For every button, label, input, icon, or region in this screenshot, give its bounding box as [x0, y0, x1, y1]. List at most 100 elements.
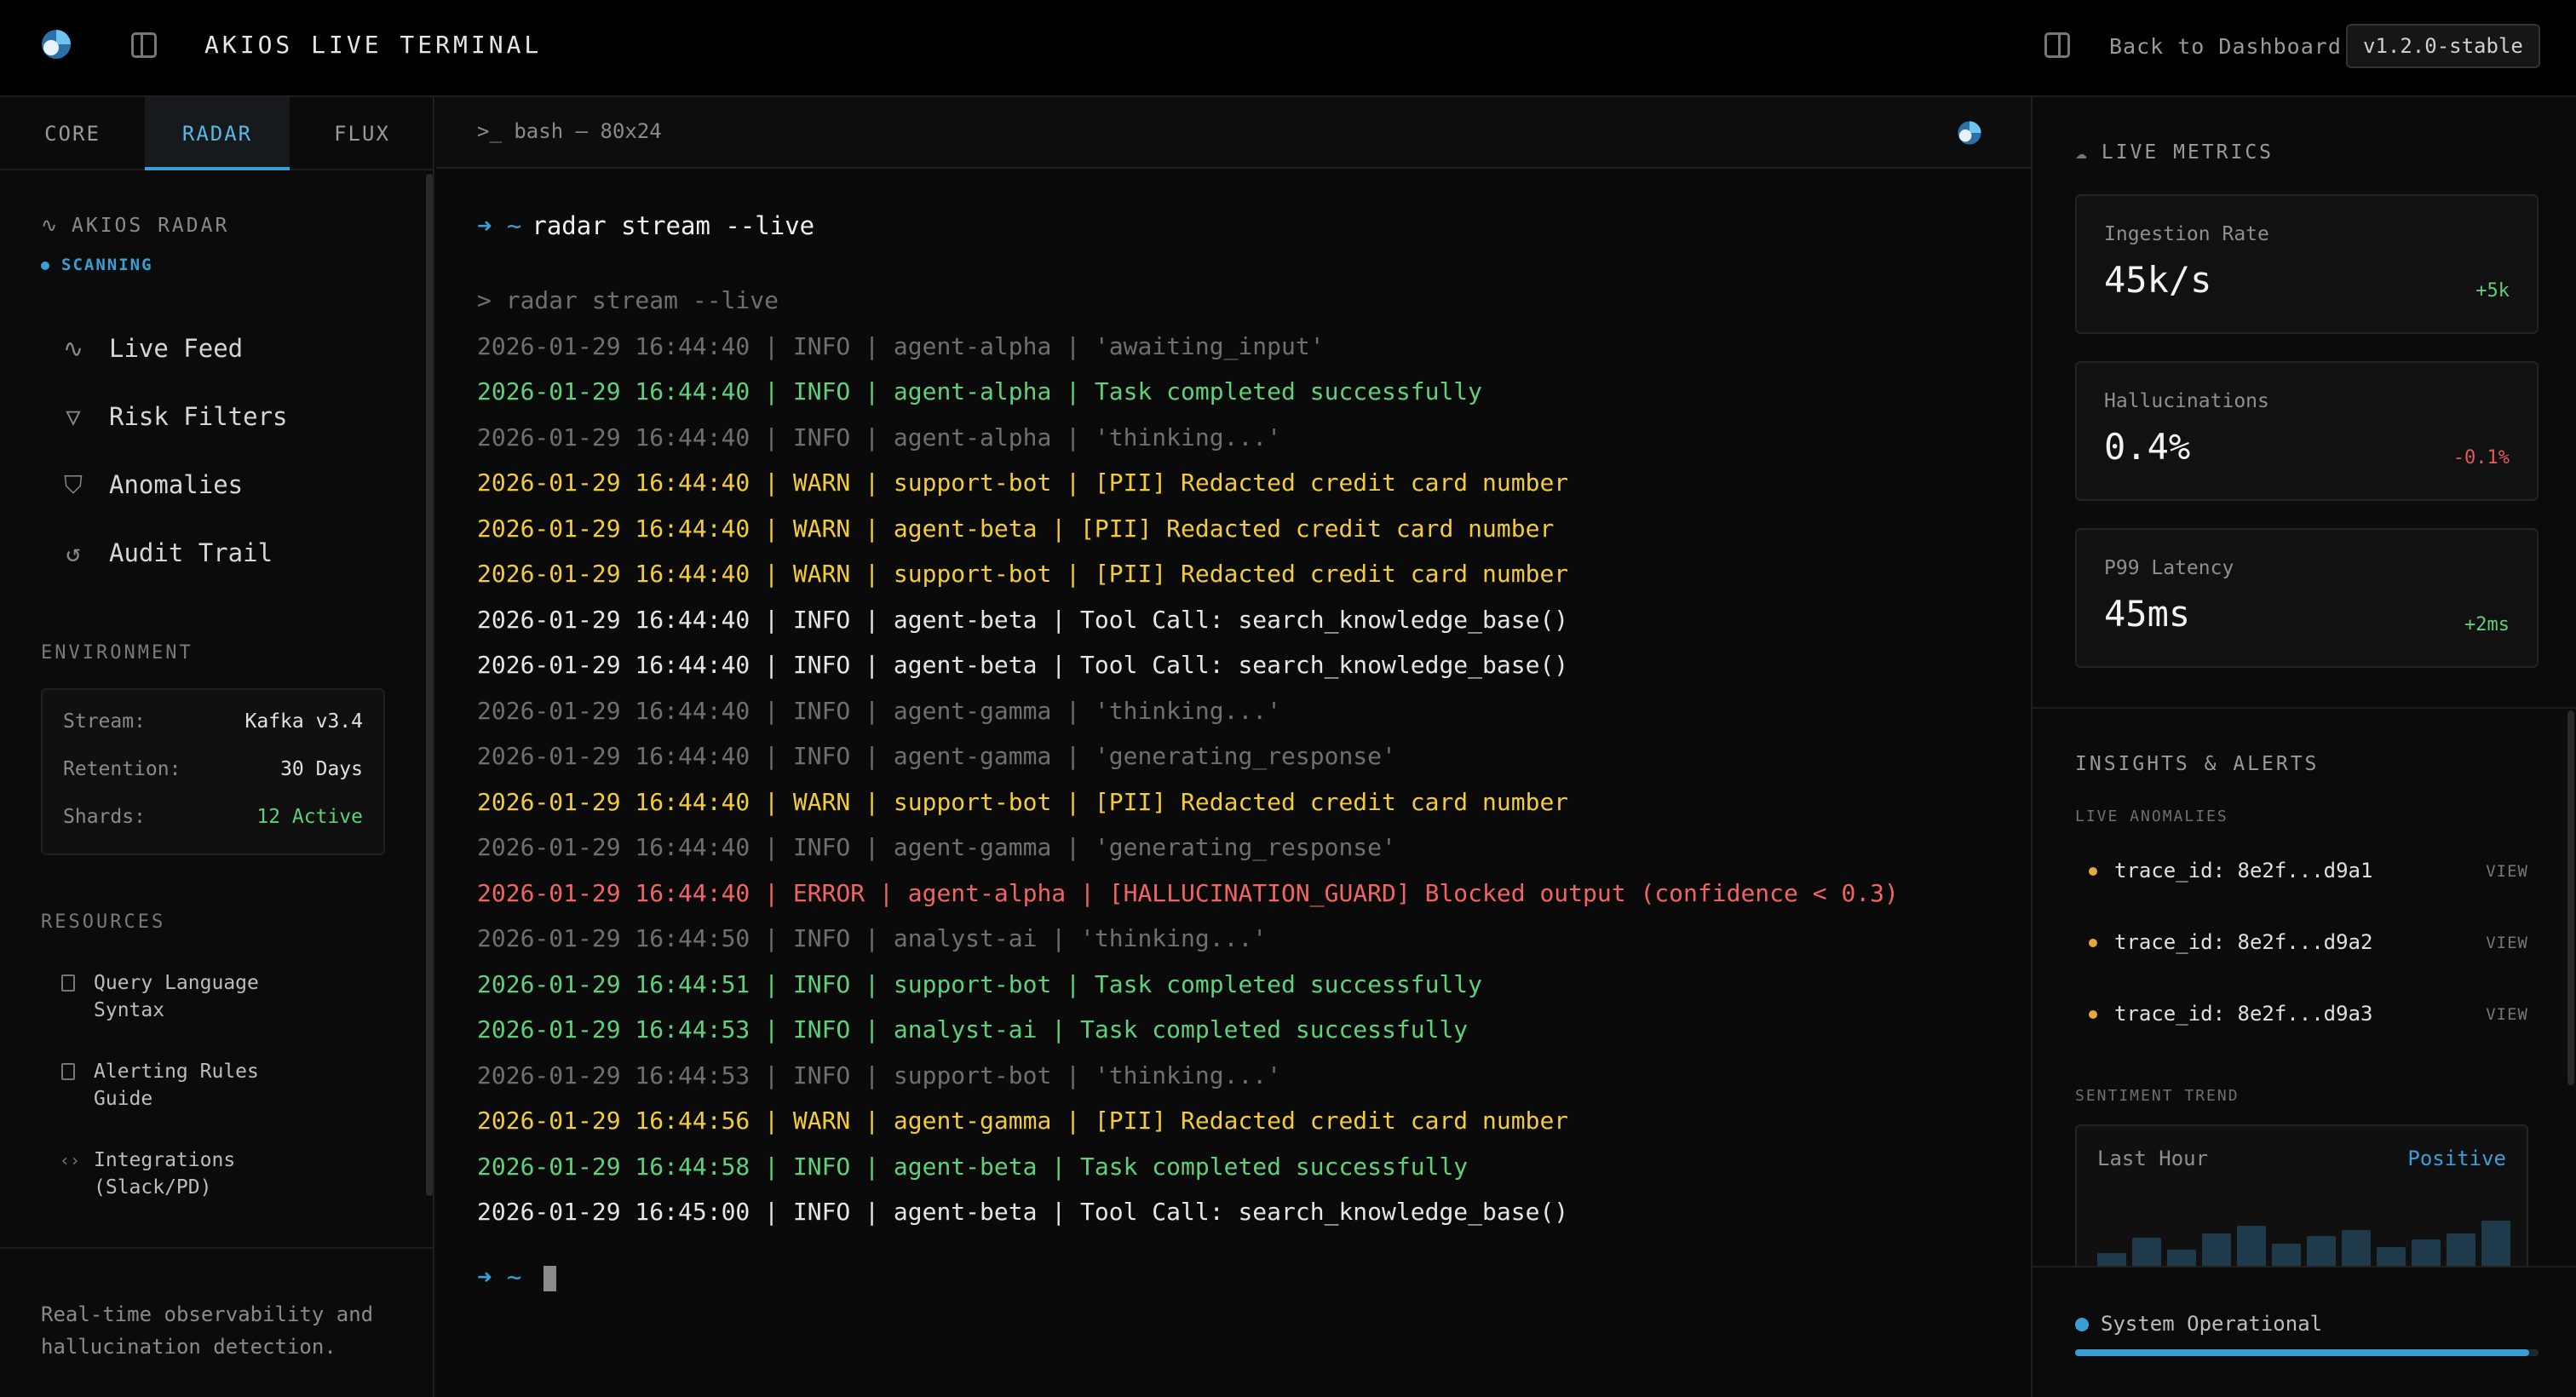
footer-line: Real-time observability and [41, 1302, 374, 1326]
code-icon: ‹› [60, 1150, 81, 1170]
toggle-right-panel-icon[interactable] [2044, 32, 2070, 58]
live-metrics-heading: ☁ LIVE METRICS [2075, 141, 2274, 164]
metric-value: 45k/s [2104, 259, 2212, 301]
terminal-panel[interactable]: >_ bash — 80x24 ➜ ~ radar stream --live >… [436, 97, 2031, 1397]
live-metrics-label: LIVE METRICS [2101, 141, 2274, 164]
scanning-dot-icon [41, 261, 49, 270]
sidebar-footer: Real-time observability and hallucination… [0, 1247, 434, 1397]
akios-logo-icon [1958, 121, 1981, 145]
env-key: Shards: [63, 806, 146, 828]
env-value: 30 Days [280, 758, 363, 780]
prompt-symbol: ➜ ~ [477, 1262, 522, 1291]
log-line: 2026-01-29 16:44:53 | INFO | support-bot… [477, 1061, 1282, 1089]
warning-dot-icon [2089, 1010, 2097, 1019]
top-bar: AKIOS LIVE TERMINAL Back to Dashboard v1… [0, 0, 2576, 97]
tab-core[interactable]: CORE [0, 97, 145, 170]
left-sidebar: CORE RADAR FLUX ∿ AKIOS RADAR SCANNING ∿ L… [0, 97, 434, 1397]
log-line: 2026-01-29 16:44:40 | INFO | agent-alpha… [477, 377, 1483, 405]
anomaly-item[interactable]: trace_id: 8e2f...d9a2 VIEW [2089, 930, 2528, 954]
sentiment-bars [2097, 1199, 2510, 1276]
system-status: System Operational [2075, 1312, 2322, 1336]
resource-query-language[interactable]: Query Language Syntax [61, 969, 259, 1024]
log-line: 2026-01-29 16:44:40 | INFO | agent-gamma… [477, 833, 1396, 861]
right-panel: ☁ LIVE METRICS Ingestion Rate 45k/s +5k H… [2031, 97, 2576, 1397]
resources-label: RESOURCES [41, 911, 166, 933]
status-footer: System Operational [2033, 1266, 2576, 1397]
resource-label: Alerting Rules [94, 1061, 259, 1083]
nav-label: Audit Trail [109, 538, 273, 567]
metric-delta: -0.1% [2452, 447, 2510, 469]
env-row-shards: Shards: 12 Active [63, 806, 363, 828]
env-row-retention: Retention: 30 Days [63, 758, 363, 780]
log-line: 2026-01-29 16:44:40 | INFO | agent-beta … [477, 605, 1569, 634]
view-button[interactable]: VIEW [2486, 1005, 2528, 1024]
resource-label: Integrations [94, 1149, 236, 1171]
right-panel-scrollbar[interactable] [2567, 710, 2574, 1085]
akios-logo-icon[interactable] [39, 27, 73, 61]
metric-delta: +2ms [2464, 614, 2510, 635]
sidebar-item-audit-trail[interactable]: ↺ Audit Trail [60, 538, 273, 567]
trend-period: Last Hour [2097, 1147, 2209, 1170]
log-line: 2026-01-29 16:44:56 | WARN | agent-gamma… [477, 1107, 1569, 1135]
pulse-icon: ∿ [41, 215, 60, 237]
metric-label: P99 Latency [2104, 557, 2234, 579]
log-line: 2026-01-29 16:44:40 | INFO | agent-alpha… [477, 423, 1282, 451]
view-button[interactable]: VIEW [2486, 862, 2528, 881]
trace-id: trace_id: 8e2f...d9a2 [2114, 930, 2373, 954]
sidebar-item-live-feed[interactable]: ∿ Live Feed [60, 334, 243, 363]
status-progress-fill [2075, 1349, 2530, 1356]
log-line: 2026-01-29 16:44:40 | INFO | agent-alpha… [477, 331, 1325, 360]
env-key: Stream: [63, 710, 146, 733]
log-line: 2026-01-29 16:44:40 | ERROR | agent-alph… [477, 878, 1899, 907]
activity-icon: ∿ [62, 334, 84, 363]
resource-alerting-rules[interactable]: Alerting Rules Guide [61, 1058, 259, 1112]
metric-label: Hallucinations [2104, 390, 2269, 412]
terminal-titlebar: >_ bash — 80x24 [436, 97, 2031, 169]
resource-label: Syntax [94, 999, 165, 1021]
metric-card-latency: P99 Latency 45ms +2ms [2075, 528, 2539, 668]
terminal-title: >_ bash — 80x24 [477, 119, 662, 143]
tab-flux[interactable]: FLUX [290, 97, 434, 170]
log-line: 2026-01-29 16:44:40 | WARN | agent-beta … [477, 514, 1555, 543]
prompt-symbol: ➜ ~ [477, 211, 522, 240]
sidebar-scrollbar[interactable] [426, 174, 433, 1196]
log-line: 2026-01-29 16:44:50 | INFO | analyst-ai … [477, 924, 1268, 952]
log-line: 2026-01-29 16:44:51 | INFO | support-bot… [477, 969, 1483, 998]
anomaly-item[interactable]: trace_id: 8e2f...d9a3 VIEW [2089, 1002, 2528, 1026]
sentiment-trend-label: SENTIMENT TREND [2075, 1087, 2240, 1105]
divider [2033, 707, 2576, 709]
metric-label: Ingestion Rate [2104, 223, 2269, 245]
log-line: 2026-01-29 16:44:58 | INFO | agent-beta … [477, 1152, 1469, 1181]
log-line: 2026-01-29 16:44:40 | WARN | support-bot… [477, 787, 1569, 816]
scanning-label: SCANNING [61, 256, 153, 274]
nav-label: Live Feed [109, 334, 244, 363]
log-line: > radar stream --live [477, 286, 779, 314]
live-anomalies-label: LIVE ANOMALIES [2075, 808, 2228, 825]
sidebar-item-risk-filters[interactable]: ▽ Risk Filters [60, 402, 288, 431]
view-button[interactable]: VIEW [2486, 934, 2528, 952]
resource-label: (Slack/PD) [94, 1176, 212, 1199]
nav-label: Risk Filters [109, 402, 288, 431]
anomaly-item[interactable]: trace_id: 8e2f...d9a1 VIEW [2089, 859, 2528, 882]
environment-card: Stream: Kafka v3.4 Retention: 30 Days Shar… [41, 688, 385, 855]
footer-line: hallucination detection. [41, 1335, 336, 1359]
status-progress-bar [2075, 1349, 2539, 1356]
command-text: radar stream --live [532, 211, 815, 240]
tab-radar[interactable]: RADAR [145, 97, 290, 170]
metric-card-hallucinations: Hallucinations 0.4% -0.1% [2075, 361, 2539, 501]
log-line: 2026-01-29 16:45:00 | INFO | agent-beta … [477, 1198, 1569, 1226]
collapse-sidebar-icon[interactable] [131, 32, 157, 58]
input-prompt[interactable]: ➜ ~ [477, 1262, 557, 1291]
scanning-status: SCANNING [41, 256, 153, 274]
back-to-dashboard-link[interactable]: Back to Dashboard [2109, 34, 2342, 59]
resource-label: Guide [94, 1088, 153, 1110]
env-value: 12 Active [256, 806, 363, 828]
resource-integrations[interactable]: ‹› Integrations (Slack/PD) [60, 1147, 236, 1201]
book-icon [61, 974, 75, 992]
log-line: 2026-01-29 16:44:40 | INFO | agent-gamma… [477, 742, 1396, 770]
log-line: 2026-01-29 16:44:40 | WARN | support-bot… [477, 560, 1569, 588]
sidebar-item-anomalies[interactable]: ⛉ Anomalies [60, 470, 243, 500]
log-output: > radar stream --live 2026-01-29 16:44:40… [477, 278, 1899, 1235]
warning-dot-icon [2089, 867, 2097, 876]
log-line: 2026-01-29 16:44:53 | INFO | analyst-ai … [477, 1015, 1469, 1043]
